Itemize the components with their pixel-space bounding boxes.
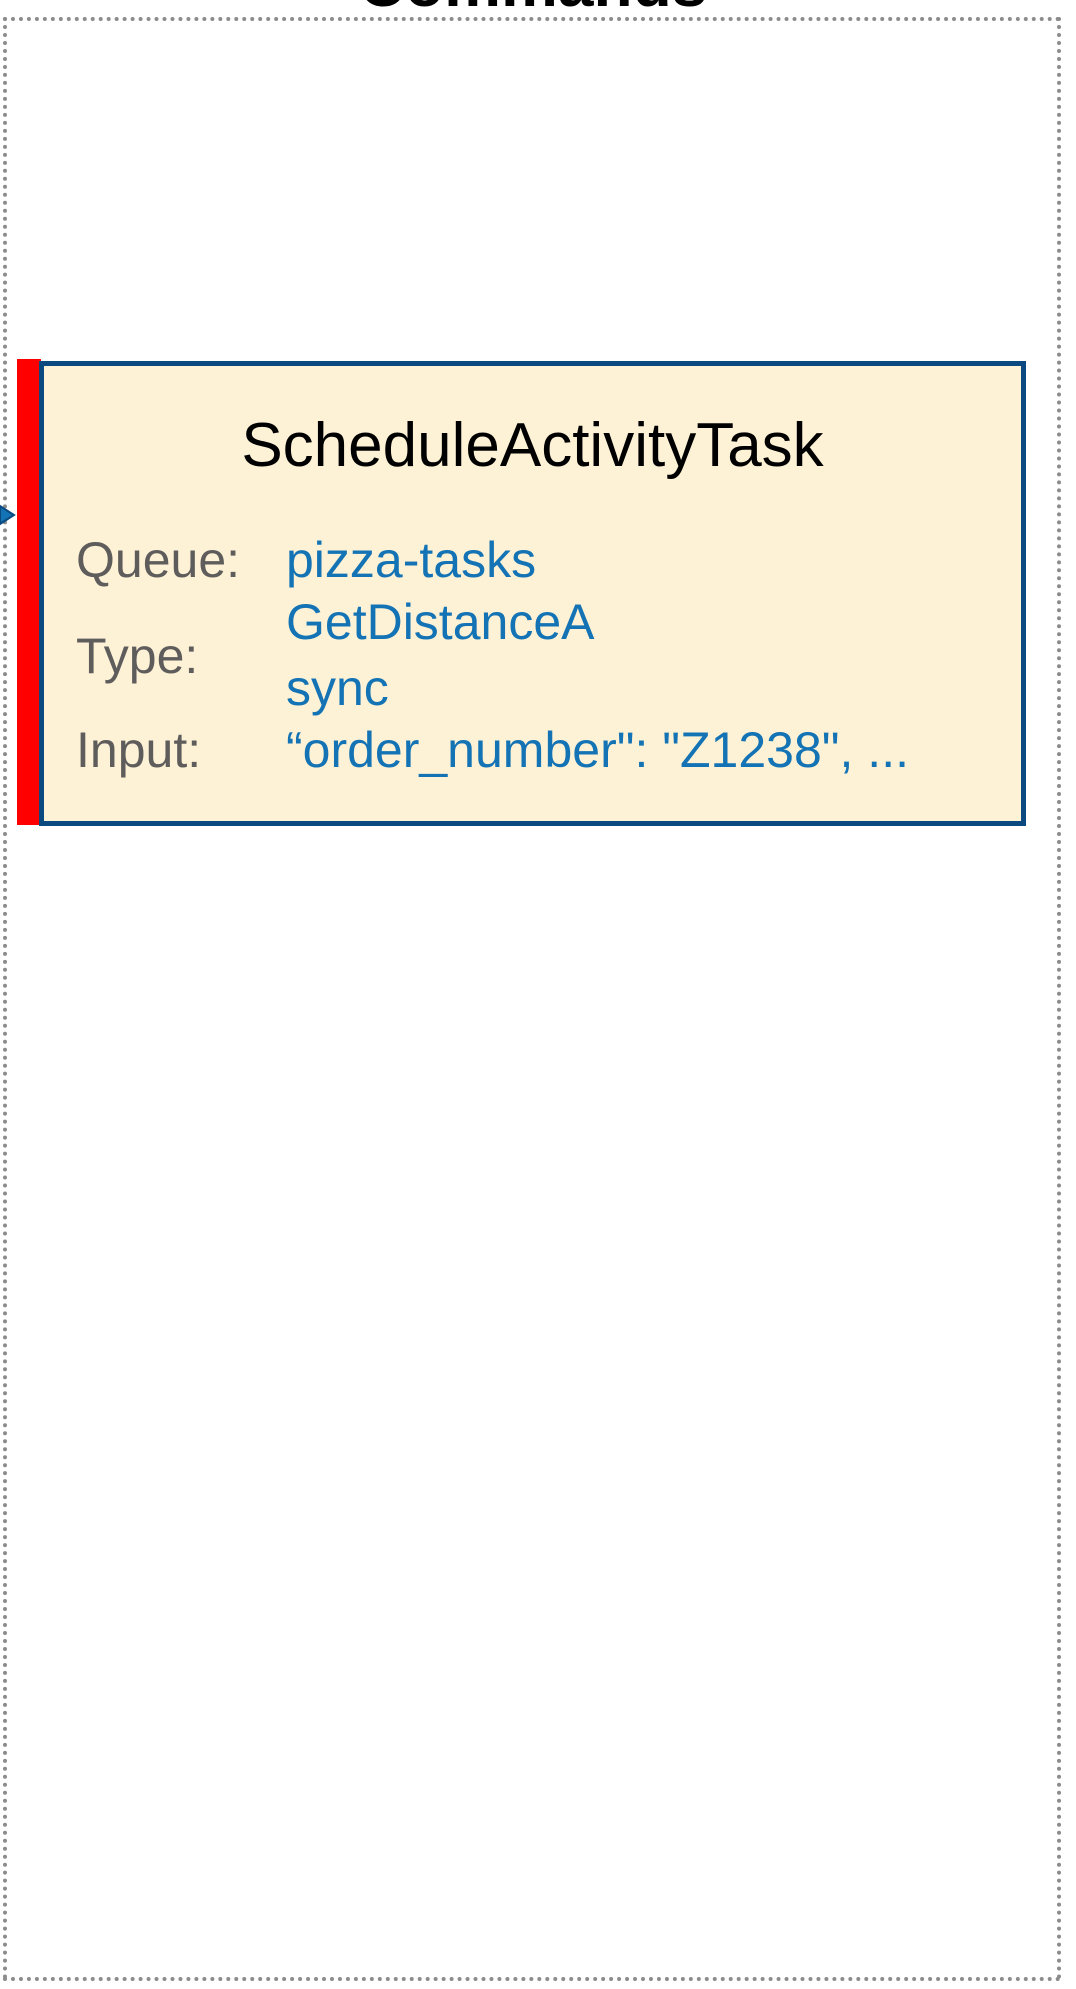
type-label: Type: bbox=[76, 628, 199, 684]
commands-group-frame bbox=[3, 17, 1061, 1981]
command-status-bar bbox=[17, 359, 41, 825]
input-label: Input: bbox=[76, 722, 202, 778]
card-title: ScheduleActivityTask bbox=[241, 411, 824, 480]
queue-label: Queue: bbox=[76, 532, 241, 588]
section-title: Commands bbox=[0, 0, 1066, 16]
queue-value: pizza-tasks bbox=[286, 532, 537, 588]
type-value-line-1: GetDistanceA bbox=[286, 594, 595, 650]
incoming-arrow-icon bbox=[0, 504, 16, 526]
input-value: “order_number": "Z1238", ... bbox=[286, 722, 909, 778]
schedule-activity-task-card[interactable]: ScheduleActivityTask Queue: pizza-tasks … bbox=[39, 361, 1026, 826]
type-value-line-2: sync bbox=[286, 660, 389, 716]
